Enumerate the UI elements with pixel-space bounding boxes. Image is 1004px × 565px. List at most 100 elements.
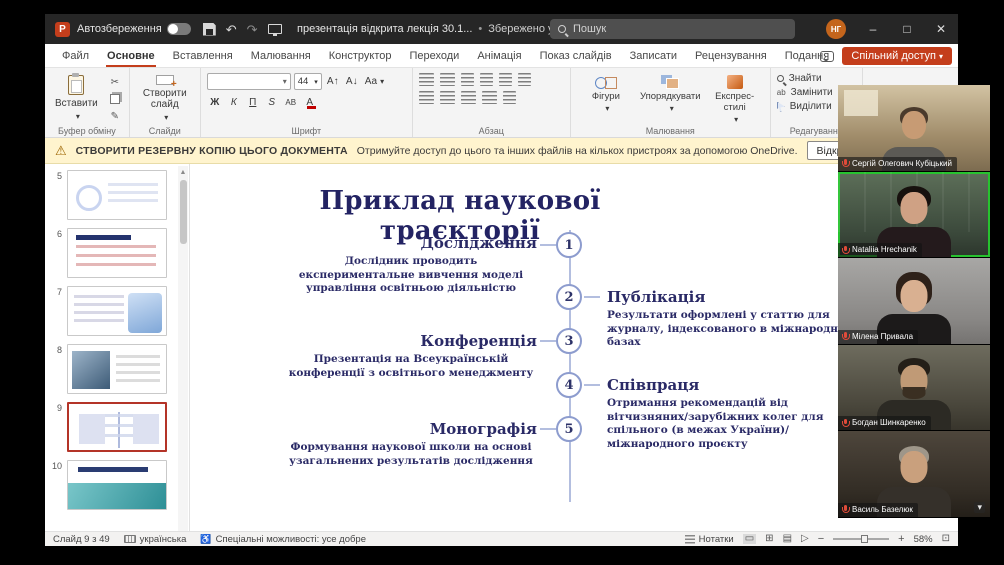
undo-icon[interactable]: ↶	[226, 23, 237, 36]
copy-icon[interactable]	[107, 92, 123, 106]
character-spacing-icon[interactable]: АВ	[283, 94, 299, 110]
redo-icon[interactable]: ↷	[247, 23, 258, 36]
increase-indent-icon[interactable]	[480, 73, 493, 86]
decrease-indent-icon[interactable]	[461, 73, 474, 86]
columns-icon[interactable]	[503, 91, 516, 104]
zoom-out-icon[interactable]: −	[818, 533, 824, 545]
font-group: 44▾ А↑ А↓ Аа Ж К П S АВ А Шрифт	[201, 68, 413, 137]
thumbnail-slide-10[interactable]: 10	[49, 460, 175, 510]
comments-icon[interactable]	[820, 51, 834, 62]
scroll-up-icon[interactable]: ▲	[178, 166, 188, 178]
thumbnail-preview	[69, 404, 165, 450]
zoom-level[interactable]: 58%	[914, 534, 933, 545]
zoom-slider[interactable]	[833, 538, 889, 540]
new-slide-button[interactable]: Створити слайд	[136, 73, 194, 124]
tab-review[interactable]: Рецензування	[686, 44, 776, 67]
tab-transitions[interactable]: Переходи	[400, 44, 468, 67]
tab-insert[interactable]: Вставлення	[164, 44, 242, 67]
autosave-label: Автозбереження	[77, 23, 162, 35]
quick-styles-label: Експрес-стилі	[706, 91, 764, 113]
bold-button[interactable]: Ж	[207, 94, 223, 110]
participant-tile[interactable]: Мілена Привала	[838, 258, 990, 345]
grow-font-icon[interactable]: А↑	[325, 74, 341, 90]
step-text: Отримання рекомендацій від вітчизняних/з…	[607, 397, 857, 452]
participant-tile-active-speaker[interactable]: Nataliia Hrechanik	[838, 172, 990, 259]
timeline-step-cooperation[interactable]: Співпраця Отримання рекомендацій від віт…	[607, 376, 857, 452]
timeline-step-research[interactable]: Дослідження Дослідник проводить експерим…	[285, 234, 537, 296]
numbering-icon[interactable]	[440, 73, 455, 86]
tab-slideshow[interactable]: Показ слайдів	[531, 44, 621, 67]
zoom-slider-thumb[interactable]	[861, 535, 868, 543]
participant-tile[interactable]: Сергій Олегович Кубіцький	[838, 85, 990, 172]
align-right-icon[interactable]	[461, 91, 476, 104]
tab-animations[interactable]: Анімація	[468, 44, 530, 67]
share-button[interactable]: Спільний доступ	[842, 47, 952, 65]
find-button[interactable]: Знайти	[777, 73, 856, 84]
timeline-step-conference[interactable]: Конференція Презентація на Всеукраїнські…	[285, 332, 537, 380]
paste-button[interactable]: Вставити	[51, 73, 102, 124]
text-shadow-button[interactable]: S	[264, 94, 280, 110]
thumbnail-slide-9-selected[interactable]: 9	[49, 402, 175, 452]
fit-to-window-icon[interactable]: ⊡	[942, 534, 950, 544]
align-center-icon[interactable]	[440, 91, 455, 104]
bullets-icon[interactable]	[419, 73, 434, 86]
step-number: 4	[564, 378, 573, 393]
user-avatar[interactable]: НГ	[826, 19, 846, 39]
maximize-button[interactable]: □	[890, 14, 924, 44]
notification-message: Отримуйте доступ до цього та інших файлі…	[357, 145, 798, 157]
collapse-videos-icon[interactable]: ▾	[974, 502, 985, 513]
thumbnail-slide-5[interactable]: 5	[49, 170, 175, 220]
format-painter-icon[interactable]: ✎	[107, 109, 123, 123]
arrange-button[interactable]: Упорядкувати	[640, 73, 701, 124]
font-name-select[interactable]	[207, 73, 291, 90]
font-color-button[interactable]: А	[302, 94, 318, 110]
tab-design[interactable]: Конструктор	[320, 44, 401, 67]
notes-toggle[interactable]: Нотатки	[685, 534, 734, 545]
close-button[interactable]: ✕	[924, 14, 958, 44]
minimize-button[interactable]: –	[856, 14, 890, 44]
thumbnail-scrollbar[interactable]: ▲	[178, 166, 188, 531]
font-size-select[interactable]: 44▾	[294, 73, 322, 90]
timeline-step-monograph[interactable]: Монографія Формування наукової школи на …	[285, 420, 537, 468]
reading-view-icon[interactable]: ▤	[783, 534, 792, 544]
tab-file[interactable]: Файл	[53, 44, 98, 67]
accessibility-checker[interactable]: ♿ Спеціальні можливості: усе добре	[200, 534, 366, 545]
step-text: Презентація на Всеукраїнській конференці…	[285, 353, 537, 380]
save-icon[interactable]	[203, 23, 216, 36]
present-display-icon[interactable]	[268, 24, 282, 34]
shapes-label: Фігури	[592, 91, 620, 102]
slideshow-view-icon[interactable]: ▷	[801, 534, 809, 544]
slide-sorter-view-icon[interactable]: ⊞	[765, 534, 773, 544]
shrink-font-icon[interactable]: А↓	[344, 74, 360, 90]
italic-button[interactable]: К	[226, 94, 242, 110]
search-placeholder: Пошук	[573, 23, 606, 35]
autosave-toggle[interactable]	[167, 23, 191, 35]
text-direction-icon[interactable]	[518, 73, 531, 86]
tab-home[interactable]: Основне	[98, 44, 164, 67]
participant-tile[interactable]: Богдан Шинкаренко	[838, 345, 990, 432]
tab-draw[interactable]: Малювання	[242, 44, 320, 67]
search-icon	[558, 25, 566, 33]
justify-icon[interactable]	[482, 91, 497, 104]
language-selector[interactable]: українська	[124, 534, 187, 545]
autosave-control[interactable]: Автозбереження	[77, 23, 191, 35]
quick-styles-button[interactable]: Експрес-стилі	[706, 73, 764, 124]
normal-view-icon[interactable]: ▭	[743, 534, 756, 544]
zoom-in-icon[interactable]: +	[898, 533, 904, 545]
shapes-button[interactable]: Фігури	[577, 73, 635, 124]
align-left-icon[interactable]	[419, 91, 434, 104]
line-spacing-icon[interactable]	[499, 73, 512, 86]
timeline-step-publication[interactable]: Публікація Результати оформлені у статтю…	[607, 288, 857, 350]
search-input[interactable]: Пошук	[550, 19, 795, 39]
scrollbar-thumb[interactable]	[180, 180, 187, 244]
tab-record[interactable]: Записати	[621, 44, 686, 67]
cut-icon[interactable]: ✂	[107, 75, 123, 89]
step-heading: Публікація	[607, 288, 857, 306]
underline-button[interactable]: П	[245, 94, 261, 110]
change-case-icon[interactable]: Аа	[363, 74, 386, 90]
participant-tile[interactable]: Василь Базелюк ▾	[838, 431, 990, 518]
arrange-icon	[661, 75, 679, 89]
thumbnail-slide-7[interactable]: 7	[49, 286, 175, 336]
thumbnail-slide-6[interactable]: 6	[49, 228, 175, 278]
thumbnail-slide-8[interactable]: 8	[49, 344, 175, 394]
